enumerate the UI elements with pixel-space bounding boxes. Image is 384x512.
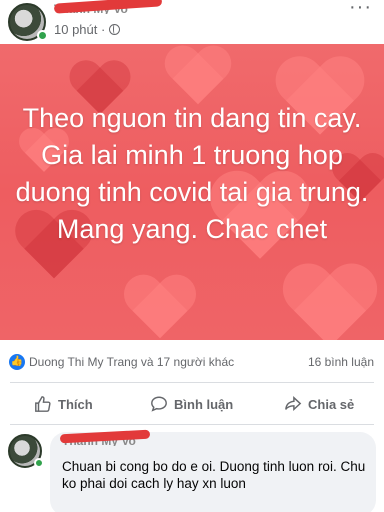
more-dots-icon[interactable]: ···	[349, 0, 372, 17]
like-button[interactable]: Thích	[34, 386, 93, 422]
comment-text: Chuan bi cong bo do e oi. Duong tinh luo…	[62, 459, 366, 491]
heart-decoration	[121, 276, 199, 340]
reactors-text[interactable]: Duong Thi My Trang và 17 người khác	[29, 355, 234, 369]
online-status-dot	[37, 30, 48, 41]
share-button[interactable]: Chia sẻ	[284, 386, 354, 422]
comment-button[interactable]: Bình luận	[150, 386, 233, 422]
post-timestamp[interactable]: 10 phút ·	[54, 22, 121, 37]
thumbs-up-outline-icon	[35, 396, 51, 412]
divider	[10, 382, 374, 383]
post-actions: Thích Bình luận Chia sẻ	[0, 386, 384, 422]
share-arrow-icon	[285, 396, 302, 412]
comment-count[interactable]: 16 bình luận	[308, 355, 374, 369]
post-image-text: Theo nguon tin dang tin cay. Gia lai min…	[15, 103, 369, 244]
comment-item: Thanh My Vo Chuan bi cong bo do e oi. Du…	[0, 429, 384, 512]
globe-icon	[109, 24, 121, 35]
thumbs-up-icon: 👍	[9, 354, 25, 370]
post-image[interactable]: Theo nguon tin dang tin cay. Gia lai min…	[0, 44, 384, 340]
speech-bubble-icon	[151, 396, 167, 412]
heart-decoration	[279, 265, 381, 340]
post-time-text[interactable]: 10 phút ·	[54, 22, 105, 37]
post-header: Thanh My Vo 10 phút · ···	[0, 0, 384, 44]
divider	[10, 424, 374, 425]
reaction-summary[interactable]: 👍 Duong Thi My Trang và 17 người khác 16…	[0, 344, 384, 376]
online-status-dot	[34, 458, 44, 468]
comment-label: Bình luận	[174, 396, 234, 412]
like-label: Thích	[58, 396, 93, 412]
share-label: Chia sẻ	[308, 396, 355, 412]
